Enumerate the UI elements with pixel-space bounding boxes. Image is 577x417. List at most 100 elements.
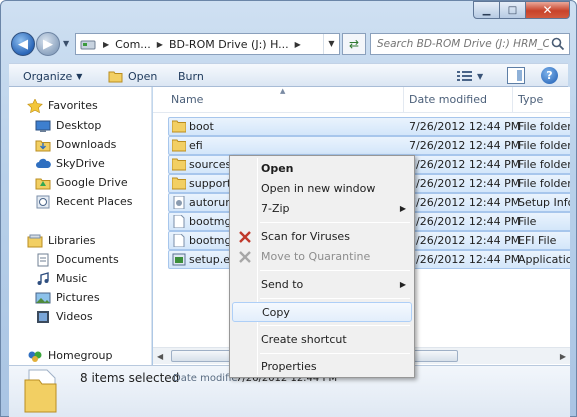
libraries-icon: [27, 234, 43, 247]
music-icon: [37, 271, 49, 285]
multiple-files-icon: [24, 369, 57, 413]
file-date: 7/26/2012 12:44 PM: [409, 177, 521, 190]
menu-item-7zip[interactable]: 7-Zip ▶: [232, 199, 412, 219]
chevron-down-icon: ▼: [76, 71, 83, 81]
search-input[interactable]: [371, 34, 549, 54]
folder-icon: [172, 120, 186, 133]
homegroup-icon: [28, 351, 42, 362]
scroll-right-icon[interactable]: ▶: [560, 352, 566, 361]
nav-label: SkyDrive: [56, 157, 105, 170]
app-icon: [172, 253, 186, 266]
chevron-down-icon: ▼: [477, 71, 484, 81]
column-date-modified[interactable]: Date modified: [409, 93, 487, 106]
nav-label: Documents: [56, 253, 119, 266]
recent-pages-dropdown[interactable]: ▼: [63, 39, 69, 48]
address-bar[interactable]: ▶ Com... ▶ BD-ROM Drive (J:) H... ▶ ▼: [75, 33, 340, 55]
menu-item-scan-viruses[interactable]: Scan for Viruses: [232, 227, 412, 247]
submenu-arrow-icon: ▶: [399, 204, 406, 213]
menu-item-open-new-window[interactable]: Open in new window: [232, 179, 412, 199]
burn-button[interactable]: Burn: [178, 67, 204, 85]
file-row[interactable]: boot 7/26/2012 12:44 PM File folder: [168, 117, 570, 136]
file-type: Setup Infor: [518, 196, 570, 209]
menu-item-copy[interactable]: Copy: [232, 302, 412, 322]
nav-label: Music: [56, 272, 88, 285]
breadcrumb-separator-icon: ▶: [103, 39, 110, 49]
folder-icon: [172, 177, 186, 190]
file-type: File folder: [518, 120, 570, 133]
menu-item-send-to[interactable]: Send to ▶: [232, 275, 412, 295]
file-date: 7/26/2012 12:44 PM: [409, 253, 521, 266]
menu-item-label: Scan for Viruses: [261, 230, 350, 243]
search-box[interactable]: [370, 33, 570, 55]
column-type[interactable]: Type: [518, 93, 543, 106]
caption-buttons: ▁ □ ✕: [473, 1, 570, 19]
menu-item-open[interactable]: Open: [232, 159, 412, 179]
nav-item-skydrive[interactable]: SkyDrive: [35, 154, 105, 173]
refresh-button[interactable]: ⇄: [342, 33, 366, 55]
nav-favorites[interactable]: Favorites: [27, 96, 98, 115]
nav-item-downloads[interactable]: Downloads: [35, 135, 116, 154]
file-name: bootmg: [189, 215, 232, 228]
file-name: bootmg: [189, 234, 232, 247]
back-arrow-icon: ◀: [18, 36, 28, 52]
nav-item-google-drive[interactable]: Google Drive: [35, 173, 128, 192]
selection-count: 8 items selected: [80, 371, 180, 385]
videos-icon: [37, 310, 49, 323]
nav-item-recent-places[interactable]: Recent Places: [35, 192, 133, 211]
nav-homegroup[interactable]: Homegroup: [27, 346, 112, 365]
back-button[interactable]: ◀: [11, 32, 35, 56]
command-bar: Organize ▼ Open Burn ▼ ?: [9, 63, 568, 87]
menu-item-label: Move to Quarantine: [261, 250, 371, 263]
nav-libraries[interactable]: Libraries: [27, 231, 96, 250]
file-name: boot: [189, 120, 214, 133]
breadcrumb-drive[interactable]: BD-ROM Drive (J:) H...: [169, 38, 289, 51]
minimize-button[interactable]: ▁: [473, 1, 500, 19]
preview-pane-button[interactable]: [507, 67, 525, 84]
nav-label: Downloads: [56, 138, 117, 151]
change-view-button[interactable]: ▼: [457, 68, 495, 84]
file-date: 7/26/2012 12:44 PM: [409, 215, 521, 228]
menu-item-label: Properties: [261, 360, 317, 373]
column-divider[interactable]: [403, 87, 404, 113]
open-button[interactable]: Open: [108, 67, 157, 85]
view-details-icon: [457, 71, 472, 81]
nav-label: Homegroup: [48, 349, 113, 362]
nav-item-desktop[interactable]: Desktop: [35, 116, 101, 135]
menu-item-move-quarantine[interactable]: Move to Quarantine: [232, 247, 412, 267]
organize-button[interactable]: Organize ▼: [23, 67, 82, 85]
organize-label: Organize: [23, 69, 73, 83]
nav-item-documents[interactable]: Documents: [35, 250, 119, 269]
forward-button[interactable]: ▶: [36, 32, 60, 56]
file-row[interactable]: efi 7/26/2012 12:44 PM File folder: [168, 136, 570, 155]
column-name[interactable]: Name: [171, 93, 203, 106]
nav-item-videos[interactable]: Videos: [35, 307, 93, 326]
nav-label: Recent Places: [56, 195, 133, 208]
menu-separator: [260, 325, 410, 326]
menu-item-create-shortcut[interactable]: Create shortcut: [232, 330, 412, 350]
nav-item-pictures[interactable]: Pictures: [35, 288, 100, 307]
breadcrumb-computer[interactable]: Com...: [115, 38, 151, 51]
open-label: Open: [128, 69, 158, 83]
nav-label: Pictures: [56, 291, 100, 304]
forward-arrow-icon: ▶: [43, 36, 53, 52]
column-divider[interactable]: [512, 87, 513, 113]
file-type: File folder: [518, 139, 570, 152]
file-date: 7/26/2012 12:44 PM: [409, 120, 521, 133]
scroll-left-icon[interactable]: ◀: [157, 352, 163, 361]
file-type: File folder: [518, 177, 570, 190]
file-name: support: [189, 177, 232, 190]
menu-separator: [260, 353, 410, 354]
pictures-icon: [35, 292, 51, 303]
nav-item-music[interactable]: Music: [35, 269, 87, 288]
menu-item-properties[interactable]: Properties: [232, 357, 412, 377]
help-button[interactable]: ?: [541, 67, 558, 84]
star-icon: [27, 98, 43, 113]
file-date: 7/26/2012 12:44 PM: [409, 196, 521, 209]
file-name: efi: [189, 139, 203, 152]
close-button[interactable]: ✕: [526, 1, 570, 19]
documents-icon: [37, 253, 49, 266]
file-name: sources: [189, 158, 232, 171]
maximize-button[interactable]: □: [500, 1, 526, 19]
submenu-arrow-icon: ▶: [399, 280, 406, 289]
address-dropdown-button[interactable]: ▼: [323, 34, 339, 54]
